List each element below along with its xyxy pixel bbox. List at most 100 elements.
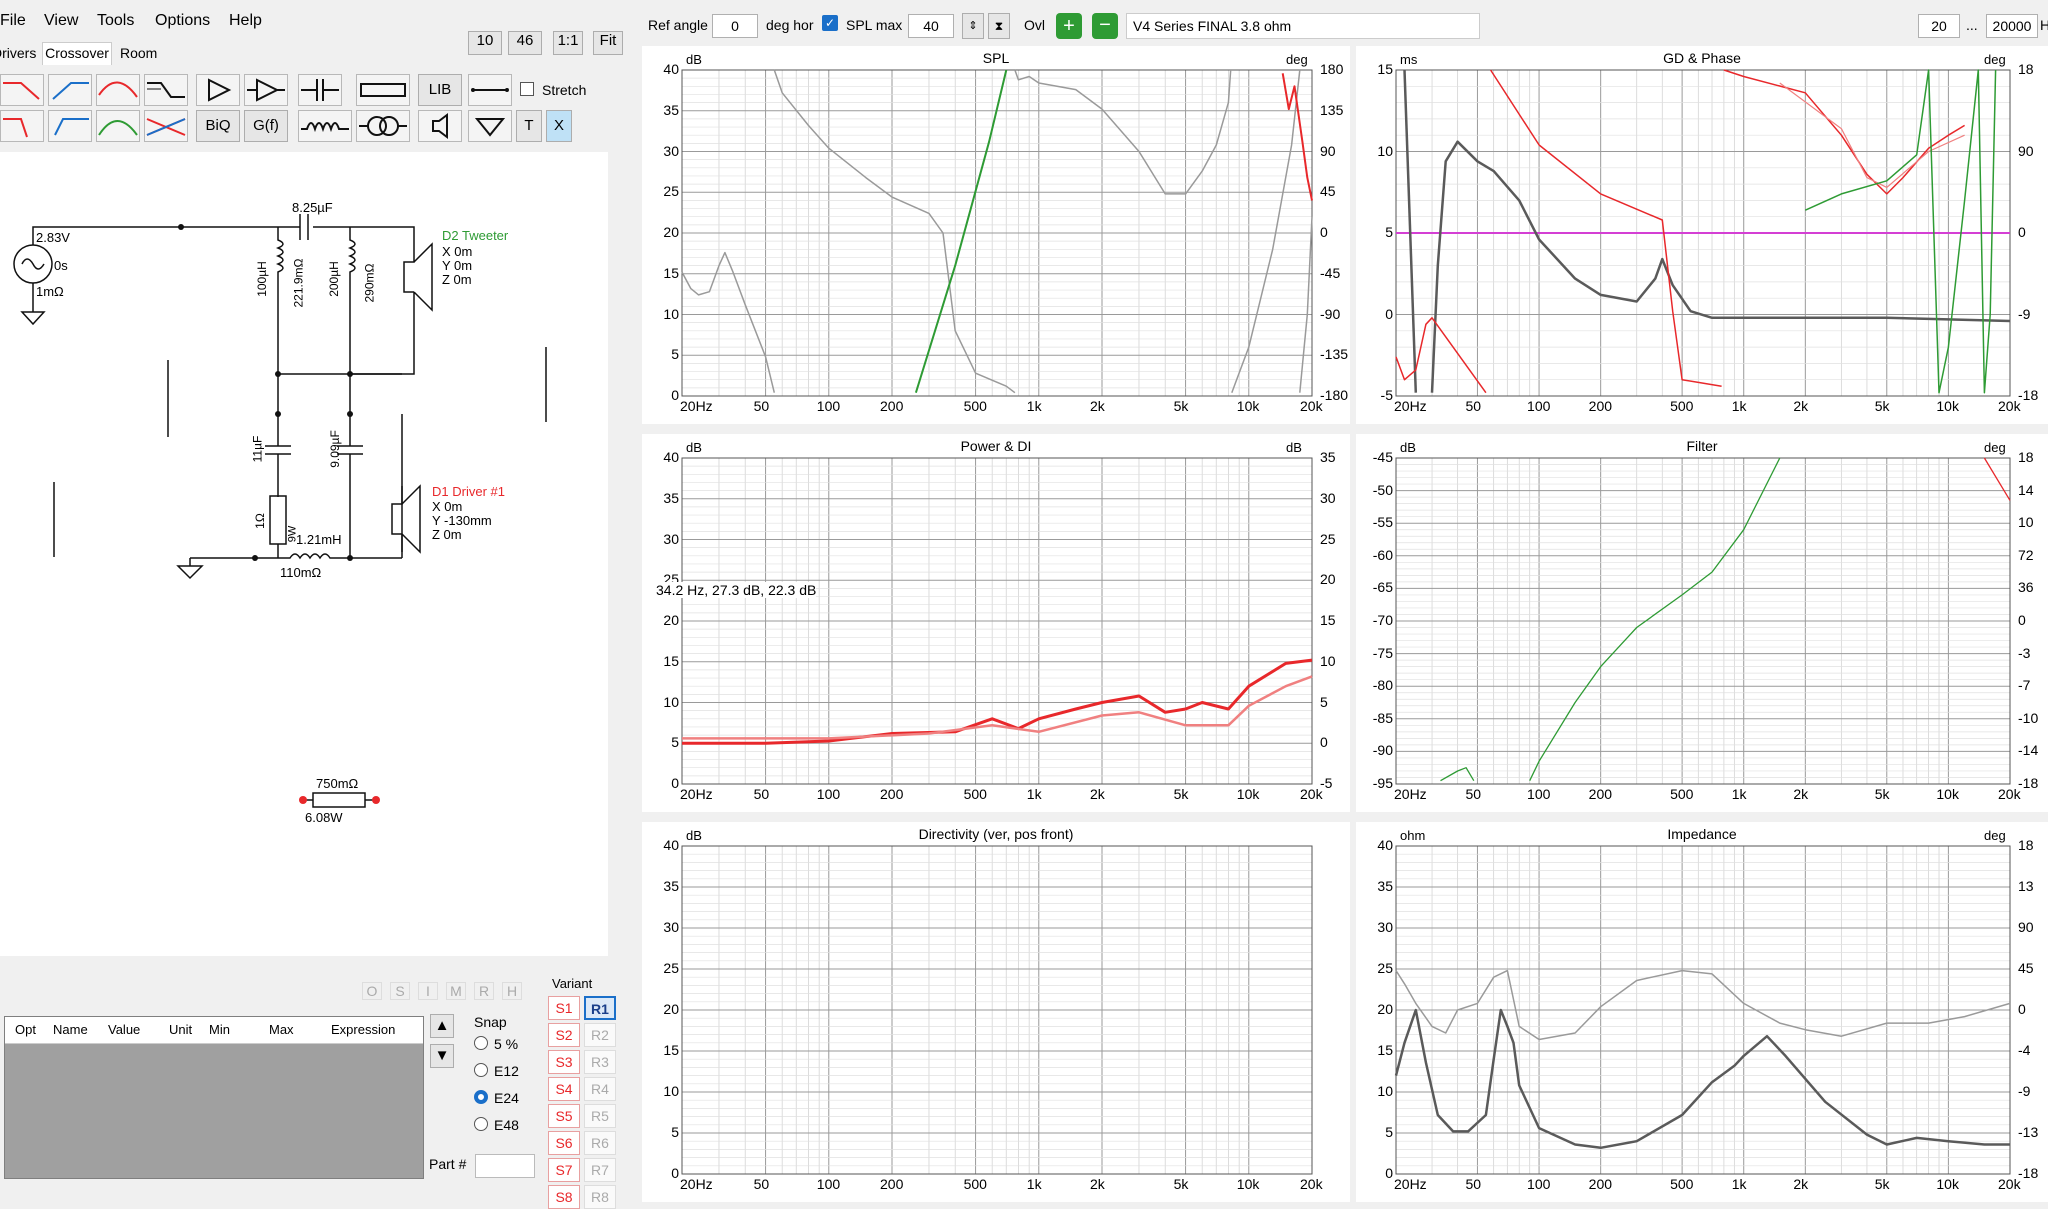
col-name[interactable]: Name — [53, 1022, 88, 1037]
move-up-button[interactable]: ▲ — [430, 1014, 454, 1038]
tab-crossover[interactable]: Crossover — [42, 42, 112, 65]
zoom-fit-button[interactable]: Fit — [593, 31, 623, 55]
snap-e12-radio[interactable] — [474, 1063, 488, 1077]
variant-s6-button[interactable]: S6 — [548, 1131, 580, 1155]
schematic-canvas[interactable]: 2.83V 0s 1mΩ 8.25µF 100µH 221.9mΩ 200µH … — [0, 152, 608, 956]
chart-imp-xtick: 5k — [1874, 1176, 1890, 1192]
resistor-icon[interactable] — [356, 74, 410, 106]
r-button[interactable]: R — [474, 982, 494, 1000]
col-max[interactable]: Max — [269, 1022, 294, 1037]
speaker-icon[interactable] — [418, 110, 462, 142]
transfer-function-button[interactable]: G(f) — [244, 110, 288, 142]
highpass2-filter-icon[interactable] — [48, 110, 92, 142]
variant-s5-button[interactable]: S5 — [548, 1104, 580, 1128]
chart-spl[interactable]: SPL dB deg 40 35 30 25 20 15 10 5 0 180 135 90 45 0 -45 -9… — [642, 46, 1350, 424]
part-number-input[interactable] — [475, 1154, 535, 1178]
highpass-filter-icon[interactable] — [48, 74, 92, 106]
amplifier-icon[interactable] — [196, 74, 240, 106]
chart-spl-ytick: 35 — [663, 101, 679, 118]
chart-gd-ytick: 0 — [1385, 305, 1393, 322]
col-unit[interactable]: Unit — [169, 1022, 192, 1037]
m-button[interactable]: M — [446, 982, 466, 1000]
remove-overlay-icon[interactable]: − — [1092, 13, 1118, 39]
chart-filter[interactable]: Filter dB deg -45 -50 -55 -60 -65 -70 -75 -80 -85 -9… — [1356, 434, 2048, 812]
chart-gd-xtick: 20k — [1998, 398, 2021, 414]
o-button[interactable]: O — [362, 982, 382, 1000]
chart-gd-y2tick: 18 — [2018, 61, 2034, 77]
chart-power-y2tick: 0 — [1320, 734, 1328, 751]
h-button[interactable]: H — [502, 982, 522, 1000]
crossover-filter-icon[interactable] — [144, 110, 188, 142]
snap-e24-radio[interactable] — [474, 1090, 488, 1104]
menu-tools[interactable]: Tools — [97, 12, 134, 30]
variant-s7-button[interactable]: S7 — [548, 1158, 580, 1182]
variant-s3-button[interactable]: S3 — [548, 1050, 580, 1074]
chart-gd[interactable]: GD & Phase ms deg 15 10 5 0 -5 18 90 0 -9 -18 20Hz 50 1… — [1356, 46, 2048, 424]
chart-imp[interactable]: Impedance ohm deg 40 35 30 25 20 15 10 5 0 18 13 90 45 0… — [1356, 822, 2048, 1202]
freq-min-input[interactable] — [1918, 14, 1960, 38]
snap-e12-label: E12 — [494, 1063, 519, 1079]
i-button[interactable]: I — [418, 982, 438, 1000]
variant-r6-button[interactable]: R6 — [584, 1131, 616, 1155]
tab-drivers[interactable]: Drivers — [0, 45, 36, 61]
spl-max-spin-icon[interactable]: ⇕ — [962, 13, 984, 39]
buffer-amp-icon[interactable] — [244, 74, 288, 106]
zoom-46-button[interactable]: 46 — [508, 31, 542, 55]
inductor-icon[interactable] — [298, 110, 352, 142]
library-button[interactable]: LIB — [418, 74, 462, 106]
ground-icon[interactable] — [468, 110, 512, 142]
ref-angle-input[interactable] — [712, 14, 758, 38]
chart-power[interactable]: Power & DI dB dB 40 35 30 25 20 15 10 5 0 35 30 25 20 15… — [642, 434, 1350, 812]
col-opt[interactable]: Opt — [15, 1022, 36, 1037]
add-overlay-icon[interactable]: + — [1056, 13, 1082, 39]
loose-resistor-power: 6.08W — [305, 810, 343, 825]
col-expression[interactable]: Expression — [331, 1022, 395, 1037]
snap-5pct-label: 5 % — [494, 1036, 519, 1052]
stretch-checkbox[interactable] — [520, 82, 534, 96]
variant-r4-button[interactable]: R4 — [584, 1077, 616, 1101]
variant-s4-button[interactable]: S4 — [548, 1077, 580, 1101]
variant-s2-button[interactable]: S2 — [548, 1023, 580, 1047]
delete-tool-button[interactable]: X — [546, 110, 572, 142]
menu-file[interactable]: File — [0, 12, 26, 30]
hourglass-icon[interactable]: ⧗ — [988, 13, 1010, 39]
variant-s1-button[interactable]: S1 — [548, 996, 580, 1020]
spl-max-checkbox[interactable]: ✓ — [822, 15, 838, 31]
lowpass-filter-icon[interactable] — [0, 74, 44, 106]
s-button[interactable]: S — [390, 982, 410, 1000]
lowpass2-filter-icon[interactable] — [0, 110, 44, 142]
variant-r7-button[interactable]: R7 — [584, 1158, 616, 1182]
biquad-button[interactable]: BiQ — [196, 110, 240, 142]
variant-r1-button[interactable]: R1 — [584, 996, 616, 1020]
zoom-1to1-button[interactable]: 1:1 — [553, 31, 583, 55]
snap-5pct-radio[interactable] — [474, 1036, 488, 1050]
variant-r8-button[interactable]: R8 — [584, 1185, 616, 1209]
move-down-button[interactable]: ▼ — [430, 1044, 454, 1068]
menu-help[interactable]: Help — [229, 12, 262, 30]
spl-max-input[interactable] — [908, 14, 954, 38]
bandpass-filter-icon[interactable] — [96, 110, 140, 142]
chart-dir-plot — [681, 845, 1313, 1175]
menu-view[interactable]: View — [44, 12, 78, 30]
variant-r2-button[interactable]: R2 — [584, 1023, 616, 1047]
optimizer-table[interactable]: Opt Name Value Unit Min Max Expression — [4, 1016, 424, 1179]
notch-filter-icon[interactable] — [96, 74, 140, 106]
capacitor-icon[interactable] — [298, 74, 342, 106]
overlay-name-field[interactable]: V4 Series FINAL 3.8 ohm — [1126, 13, 1480, 39]
variant-r3-button[interactable]: R3 — [584, 1050, 616, 1074]
freq-max-input[interactable] — [1986, 14, 2038, 38]
snap-e48-radio[interactable] — [474, 1117, 488, 1131]
col-min[interactable]: Min — [209, 1022, 230, 1037]
text-tool-button[interactable]: T — [516, 110, 542, 142]
col-value[interactable]: Value — [108, 1022, 140, 1037]
shelf-filter-icon[interactable] — [144, 74, 188, 106]
chart-gd-xtick: 100 — [1527, 398, 1551, 414]
tab-room[interactable]: Room — [120, 45, 157, 61]
variant-r5-button[interactable]: R5 — [584, 1104, 616, 1128]
wire-icon[interactable] — [468, 74, 512, 106]
chart-dir[interactable]: Directivity (ver, pos front) dB 40 35 30 25 20… — [642, 822, 1350, 1202]
transformer-icon[interactable] — [356, 110, 410, 142]
zoom-10-button[interactable]: 10 — [468, 31, 502, 55]
menu-options[interactable]: Options — [155, 12, 210, 30]
variant-s8-button[interactable]: S8 — [548, 1185, 580, 1209]
